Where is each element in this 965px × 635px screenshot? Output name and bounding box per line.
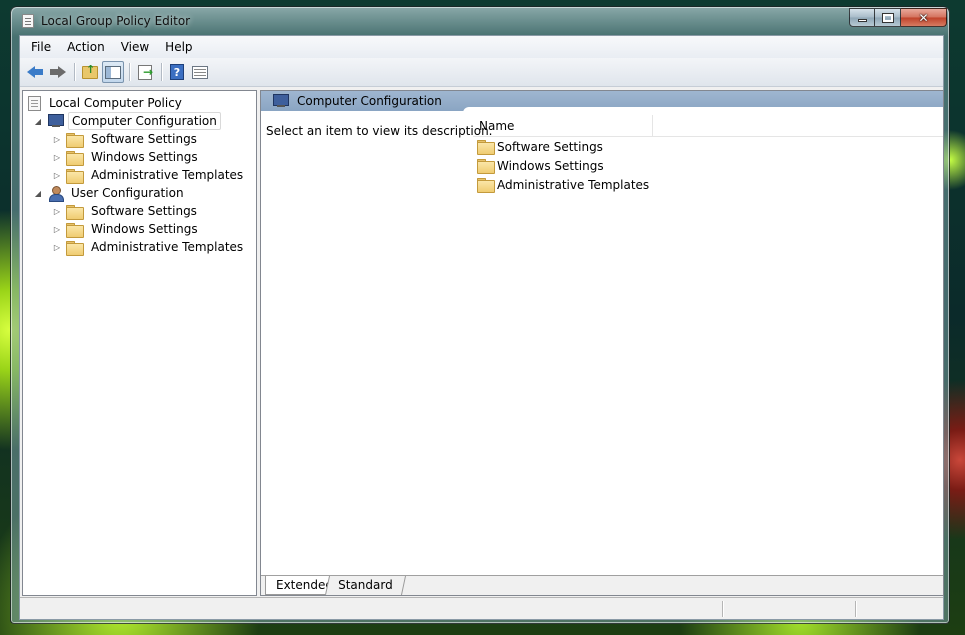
folder-icon [477,159,495,174]
details-pane: Computer Configuration Select an item to… [260,90,944,596]
tree-item-windows-settings[interactable]: ▷ Windows Settings [23,148,256,166]
expand-arrow-icon[interactable]: ▷ [52,134,62,144]
list-item-label: Software Settings [497,139,603,154]
list-item-windows-settings[interactable]: Windows Settings [473,156,943,175]
folder-icon [477,178,495,193]
details-header-title: Computer Configuration [297,94,442,108]
tree-item-user-configuration[interactable]: ◢ User Configuration [23,184,256,202]
tab-standard[interactable]: Standard [324,576,406,595]
view-icon [192,65,208,79]
folder-icon [477,140,495,155]
help-button[interactable]: ? [166,61,188,83]
menu-help[interactable]: Help [157,38,200,56]
tree-item-administrative-templates[interactable]: ▷ Administrative Templates [23,238,256,256]
back-icon [27,66,43,78]
tree-item-label: Software Settings [91,204,197,218]
forward-icon [50,66,66,78]
toolbar-separator [161,63,162,81]
tree-item-windows-settings[interactable]: ▷ Windows Settings [23,220,256,238]
list-item-software-settings[interactable]: Software Settings [473,137,943,156]
window-title: Local Group Policy Editor [41,14,191,28]
minimize-button[interactable] [849,8,875,27]
app-window: Local Group Policy Editor ✕ File Action … [10,6,950,624]
expand-arrow-icon[interactable]: ▷ [52,206,62,216]
policy-document-icon [22,14,34,28]
view-button[interactable] [189,61,211,83]
tree-item-software-settings[interactable]: ▷ Software Settings [23,130,256,148]
status-bar [20,597,943,619]
policy-document-icon [28,95,41,111]
user-icon [48,185,64,202]
tree-item-label: Software Settings [91,132,197,146]
up-folder-icon [82,63,98,79]
maximize-icon [881,12,894,23]
tree-view: Local Computer Policy ◢ Computer Configu… [23,91,256,256]
expand-arrow-icon[interactable]: ▷ [52,152,62,162]
toolbar-separator [129,63,130,81]
computer-icon [273,94,289,108]
client-area: File Action View Help ? Local Computer P… [19,35,944,620]
help-icon: ? [170,64,184,80]
details-header: Computer Configuration [261,91,943,113]
tree-item-label: Administrative Templates [91,168,244,182]
expand-arrow-icon[interactable]: ▷ [52,170,62,180]
list-item-administrative-templates[interactable]: Administrative Templates [473,175,943,194]
status-separator [855,601,856,617]
tree-item-label: User Configuration [71,186,184,200]
tree-item-label: Windows Settings [91,222,198,236]
back-button[interactable] [24,61,46,83]
computer-icon [48,114,64,128]
show-hide-tree-icon [105,65,121,79]
tree-item-label: Administrative Templates [91,240,244,254]
folder-icon [66,132,84,148]
tree-item-local-computer-policy[interactable]: Local Computer Policy [23,94,256,112]
folder-icon [66,240,84,256]
minimize-icon [857,19,867,22]
folder-icon [66,150,84,166]
tree-item-label: Computer Configuration [68,112,221,130]
menu-file[interactable]: File [23,38,59,56]
tree-item-computer-configuration[interactable]: ◢ Computer Configuration [23,112,256,130]
toolbar-separator [74,63,75,81]
toolbar: ? [20,58,943,87]
header-curve [463,107,943,113]
maximize-button[interactable] [875,8,901,27]
close-button[interactable]: ✕ [901,8,947,27]
folder-icon [66,168,84,184]
export-list-icon [138,64,153,80]
tree-item-software-settings[interactable]: ▷ Software Settings [23,202,256,220]
menu-view[interactable]: View [113,38,157,56]
column-header-name[interactable]: Name [473,114,653,137]
caption-buttons: ✕ [849,8,947,27]
tab-standard-label: Standard [338,578,393,592]
tree-item-label: Local Computer Policy [49,96,182,110]
menu-bar: File Action View Help [20,36,943,58]
folder-icon [66,204,84,220]
show-hide-tree-button[interactable] [102,61,124,83]
close-icon: ✕ [918,10,929,25]
column-header-row: Name [473,114,943,137]
title-bar[interactable]: Local Group Policy Editor ✕ [11,7,949,34]
menu-action[interactable]: Action [59,38,113,56]
forward-button[interactable] [47,61,69,83]
expand-arrow-icon[interactable]: ▷ [52,242,62,252]
description-text: Select an item to view its description. [266,124,493,138]
tree-item-label: Windows Settings [91,150,198,164]
collapse-arrow-icon[interactable]: ◢ [33,188,43,198]
tree-item-administrative-templates[interactable]: ▷ Administrative Templates [23,166,256,184]
folder-icon [66,222,84,238]
status-separator [722,601,723,617]
list-item-label: Administrative Templates [497,177,650,192]
items-list[interactable]: Name Software Settings Windows Settings … [473,114,943,573]
list-item-label: Windows Settings [497,158,604,173]
console-tree[interactable]: Local Computer Policy ◢ Computer Configu… [22,90,257,596]
export-list-button[interactable] [134,61,156,83]
view-tabs: Extended Standard [261,575,943,595]
collapse-arrow-icon[interactable]: ◢ [33,116,43,126]
expand-arrow-icon[interactable]: ▷ [52,224,62,234]
up-one-level-button[interactable] [79,61,101,83]
